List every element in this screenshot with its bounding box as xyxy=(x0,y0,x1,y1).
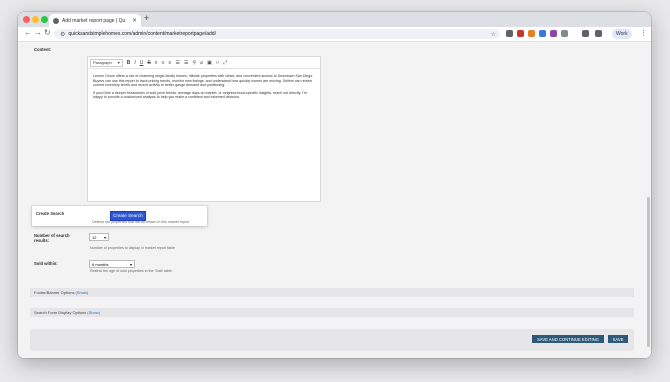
italic-icon[interactable]: I xyxy=(134,60,135,66)
close-tab-icon[interactable]: ✕ xyxy=(132,17,137,24)
tab-bar: Add market report page | Qu ✕ + xyxy=(18,12,651,27)
page-scrollbar[interactable] xyxy=(647,197,650,347)
back-icon[interactable]: ← xyxy=(24,28,32,37)
browser-menu-icon[interactable]: ⋮ xyxy=(640,29,647,37)
url-text: quicksandsimplehomes.com/admin/content/m… xyxy=(68,31,216,37)
editor-paragraph: If you'd like a deeper breakdown of sold… xyxy=(93,90,307,100)
show-toggle-link[interactable]: (Show) xyxy=(75,290,88,295)
num-results-select[interactable]: 12 ▾ xyxy=(89,233,109,241)
site-info-icon[interactable]: ⚙ xyxy=(60,31,65,38)
footer-banner-options-section[interactable]: Footer/Banner Options (Show) xyxy=(30,288,634,297)
align-center-icon[interactable]: ≡ xyxy=(162,60,165,66)
bullet-list-icon[interactable]: ☰ xyxy=(175,60,179,66)
downloads-icon[interactable] xyxy=(582,30,589,37)
profile-badge[interactable]: Work xyxy=(612,29,632,39)
extension-icon[interactable] xyxy=(506,30,513,37)
align-right-icon[interactable]: ≡ xyxy=(169,60,172,66)
save-button[interactable]: SAVE xyxy=(608,335,628,343)
show-toggle-link[interactable]: (Show) xyxy=(87,310,100,315)
extension-icon[interactable] xyxy=(539,30,546,37)
minimize-window-button[interactable] xyxy=(32,16,39,23)
close-window-button[interactable] xyxy=(23,16,30,23)
save-and-continue-button[interactable]: SAVE AND CONTINUE EDITING xyxy=(532,335,604,343)
address-bar[interactable]: ⚙ quicksandsimplehomes.com/admin/content… xyxy=(54,29,500,39)
bold-icon[interactable]: B xyxy=(127,60,131,66)
numbered-list-icon[interactable]: ☰ xyxy=(184,60,188,66)
extensions-puzzle-icon[interactable] xyxy=(561,30,568,37)
format-select[interactable]: Paragraph ▾ xyxy=(90,58,123,67)
unlink-icon[interactable]: ⌀ xyxy=(200,60,203,66)
image-icon[interactable]: ▣ xyxy=(207,60,212,66)
sold-within-label: Sold within: xyxy=(34,261,58,266)
sold-within-help: Restrict the age of sold properties in t… xyxy=(90,269,172,273)
new-tab-icon[interactable]: + xyxy=(144,13,149,23)
tab-title: Add market report page | Qu xyxy=(62,17,126,24)
editor-content[interactable]: Lemon Grove offers a mix of charming sin… xyxy=(88,69,320,108)
link-icon[interactable]: ⚲ xyxy=(192,60,196,66)
page-content: Content: Paragraph ▾ B I U S ≡ ≡ ≡ ☰ ☰ ⚲ … xyxy=(18,42,651,358)
browser-tab-active[interactable]: Add market report page | Qu ✕ xyxy=(49,14,141,27)
editor-paragraph: Lemon Grove offers a mix of charming sin… xyxy=(93,74,314,88)
content-label: Content: xyxy=(34,47,52,52)
fullscreen-icon[interactable]: ⤢ xyxy=(223,60,227,66)
create-search-help: Defines the properties that will be show… xyxy=(92,220,190,224)
bookmark-star-icon[interactable]: ☆ xyxy=(491,31,496,38)
extension-icon[interactable] xyxy=(517,30,524,37)
reload-icon[interactable]: ↻ xyxy=(44,28,51,37)
extension-icon[interactable] xyxy=(528,30,535,37)
browser-window: Add market report page | Qu ✕ + ← → ↻ ⚙ … xyxy=(18,12,651,358)
align-left-icon[interactable]: ≡ xyxy=(155,60,158,66)
num-results-help: Number of properties to display in marke… xyxy=(90,246,175,250)
forward-icon[interactable]: → xyxy=(34,28,42,37)
editor-toolbar: Paragraph ▾ B I U S ≡ ≡ ≡ ☰ ☰ ⚲ ⌀ ▣ ‹› ⤢ xyxy=(88,57,320,69)
site-favicon-icon xyxy=(53,17,59,24)
strikethrough-icon[interactable]: S xyxy=(147,60,150,66)
create-search-row: Create Search Create Search Defines the … xyxy=(32,206,207,226)
profile-label: Work xyxy=(616,31,628,37)
extension-icon[interactable] xyxy=(550,30,557,37)
side-panel-icon[interactable] xyxy=(595,30,602,37)
browser-toolbar: ← → ↻ ⚙ quicksandsimplehomes.com/admin/c… xyxy=(18,27,651,42)
rich-text-editor[interactable]: Paragraph ▾ B I U S ≡ ≡ ≡ ☰ ☰ ⚲ ⌀ ▣ ‹› ⤢ … xyxy=(87,56,321,202)
search-form-display-options-section[interactable]: Search Form Display Options (Show) xyxy=(30,308,634,317)
sold-within-select[interactable]: 6 months ▾ xyxy=(89,260,135,268)
create-search-label: Create Search xyxy=(36,211,65,216)
maximize-window-button[interactable] xyxy=(41,16,48,23)
submit-row: SAVE AND CONTINUE EDITING SAVE xyxy=(30,329,634,351)
source-code-icon[interactable]: ‹› xyxy=(216,60,219,66)
num-results-label: Number of search results: xyxy=(34,233,70,243)
underline-icon[interactable]: U xyxy=(140,60,144,66)
